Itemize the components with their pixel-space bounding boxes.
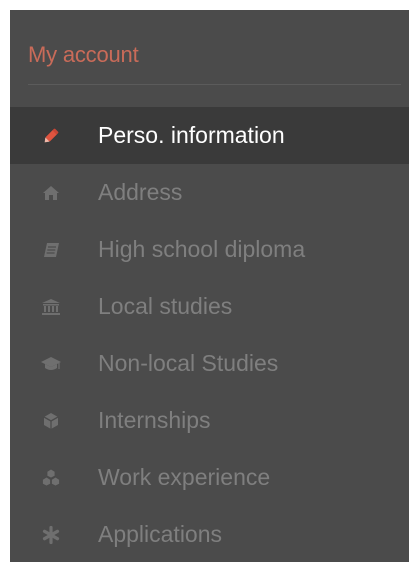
graduation-cap-icon bbox=[40, 353, 62, 375]
sidebar-item-address[interactable]: Address bbox=[10, 164, 409, 221]
sidebar-item-label: High school diploma bbox=[98, 236, 306, 262]
sidebar-item-work-experience[interactable]: Work experience bbox=[10, 449, 409, 506]
pencil-icon bbox=[40, 125, 62, 147]
book-icon bbox=[40, 239, 62, 261]
sidebar-item-non-local-studies[interactable]: Non-local Studies bbox=[10, 335, 409, 392]
sidebar-header: My account bbox=[10, 10, 409, 107]
cube-icon bbox=[40, 410, 62, 432]
sidebar-item-label: Local studies bbox=[98, 293, 233, 319]
cubes-icon bbox=[40, 467, 62, 489]
sidebar-item-local-studies[interactable]: Local studies bbox=[10, 278, 409, 335]
header-divider bbox=[28, 84, 401, 85]
institution-icon bbox=[40, 296, 62, 318]
sidebar-item-perso-information[interactable]: Perso. information bbox=[10, 107, 409, 164]
sidebar-item-internships[interactable]: Internships bbox=[10, 392, 409, 449]
sidebar-item-label: Applications bbox=[98, 521, 223, 547]
sidebar-item-label: Address bbox=[98, 179, 183, 205]
account-sidebar: My account Perso. information Address Hi… bbox=[10, 10, 409, 562]
sidebar-item-high-school-diploma[interactable]: High school diploma bbox=[10, 221, 409, 278]
sidebar-item-applications[interactable]: Applications bbox=[10, 506, 409, 562]
sidebar-item-label: Non-local Studies bbox=[98, 350, 279, 376]
sidebar-menu: Perso. information Address High school d… bbox=[10, 107, 409, 562]
asterisk-icon bbox=[40, 524, 62, 546]
sidebar-item-label: Work experience bbox=[98, 464, 271, 490]
sidebar-item-label: Internships bbox=[98, 407, 211, 433]
sidebar-item-label: Perso. information bbox=[98, 122, 285, 148]
home-icon bbox=[40, 182, 62, 204]
sidebar-title: My account bbox=[28, 42, 139, 67]
